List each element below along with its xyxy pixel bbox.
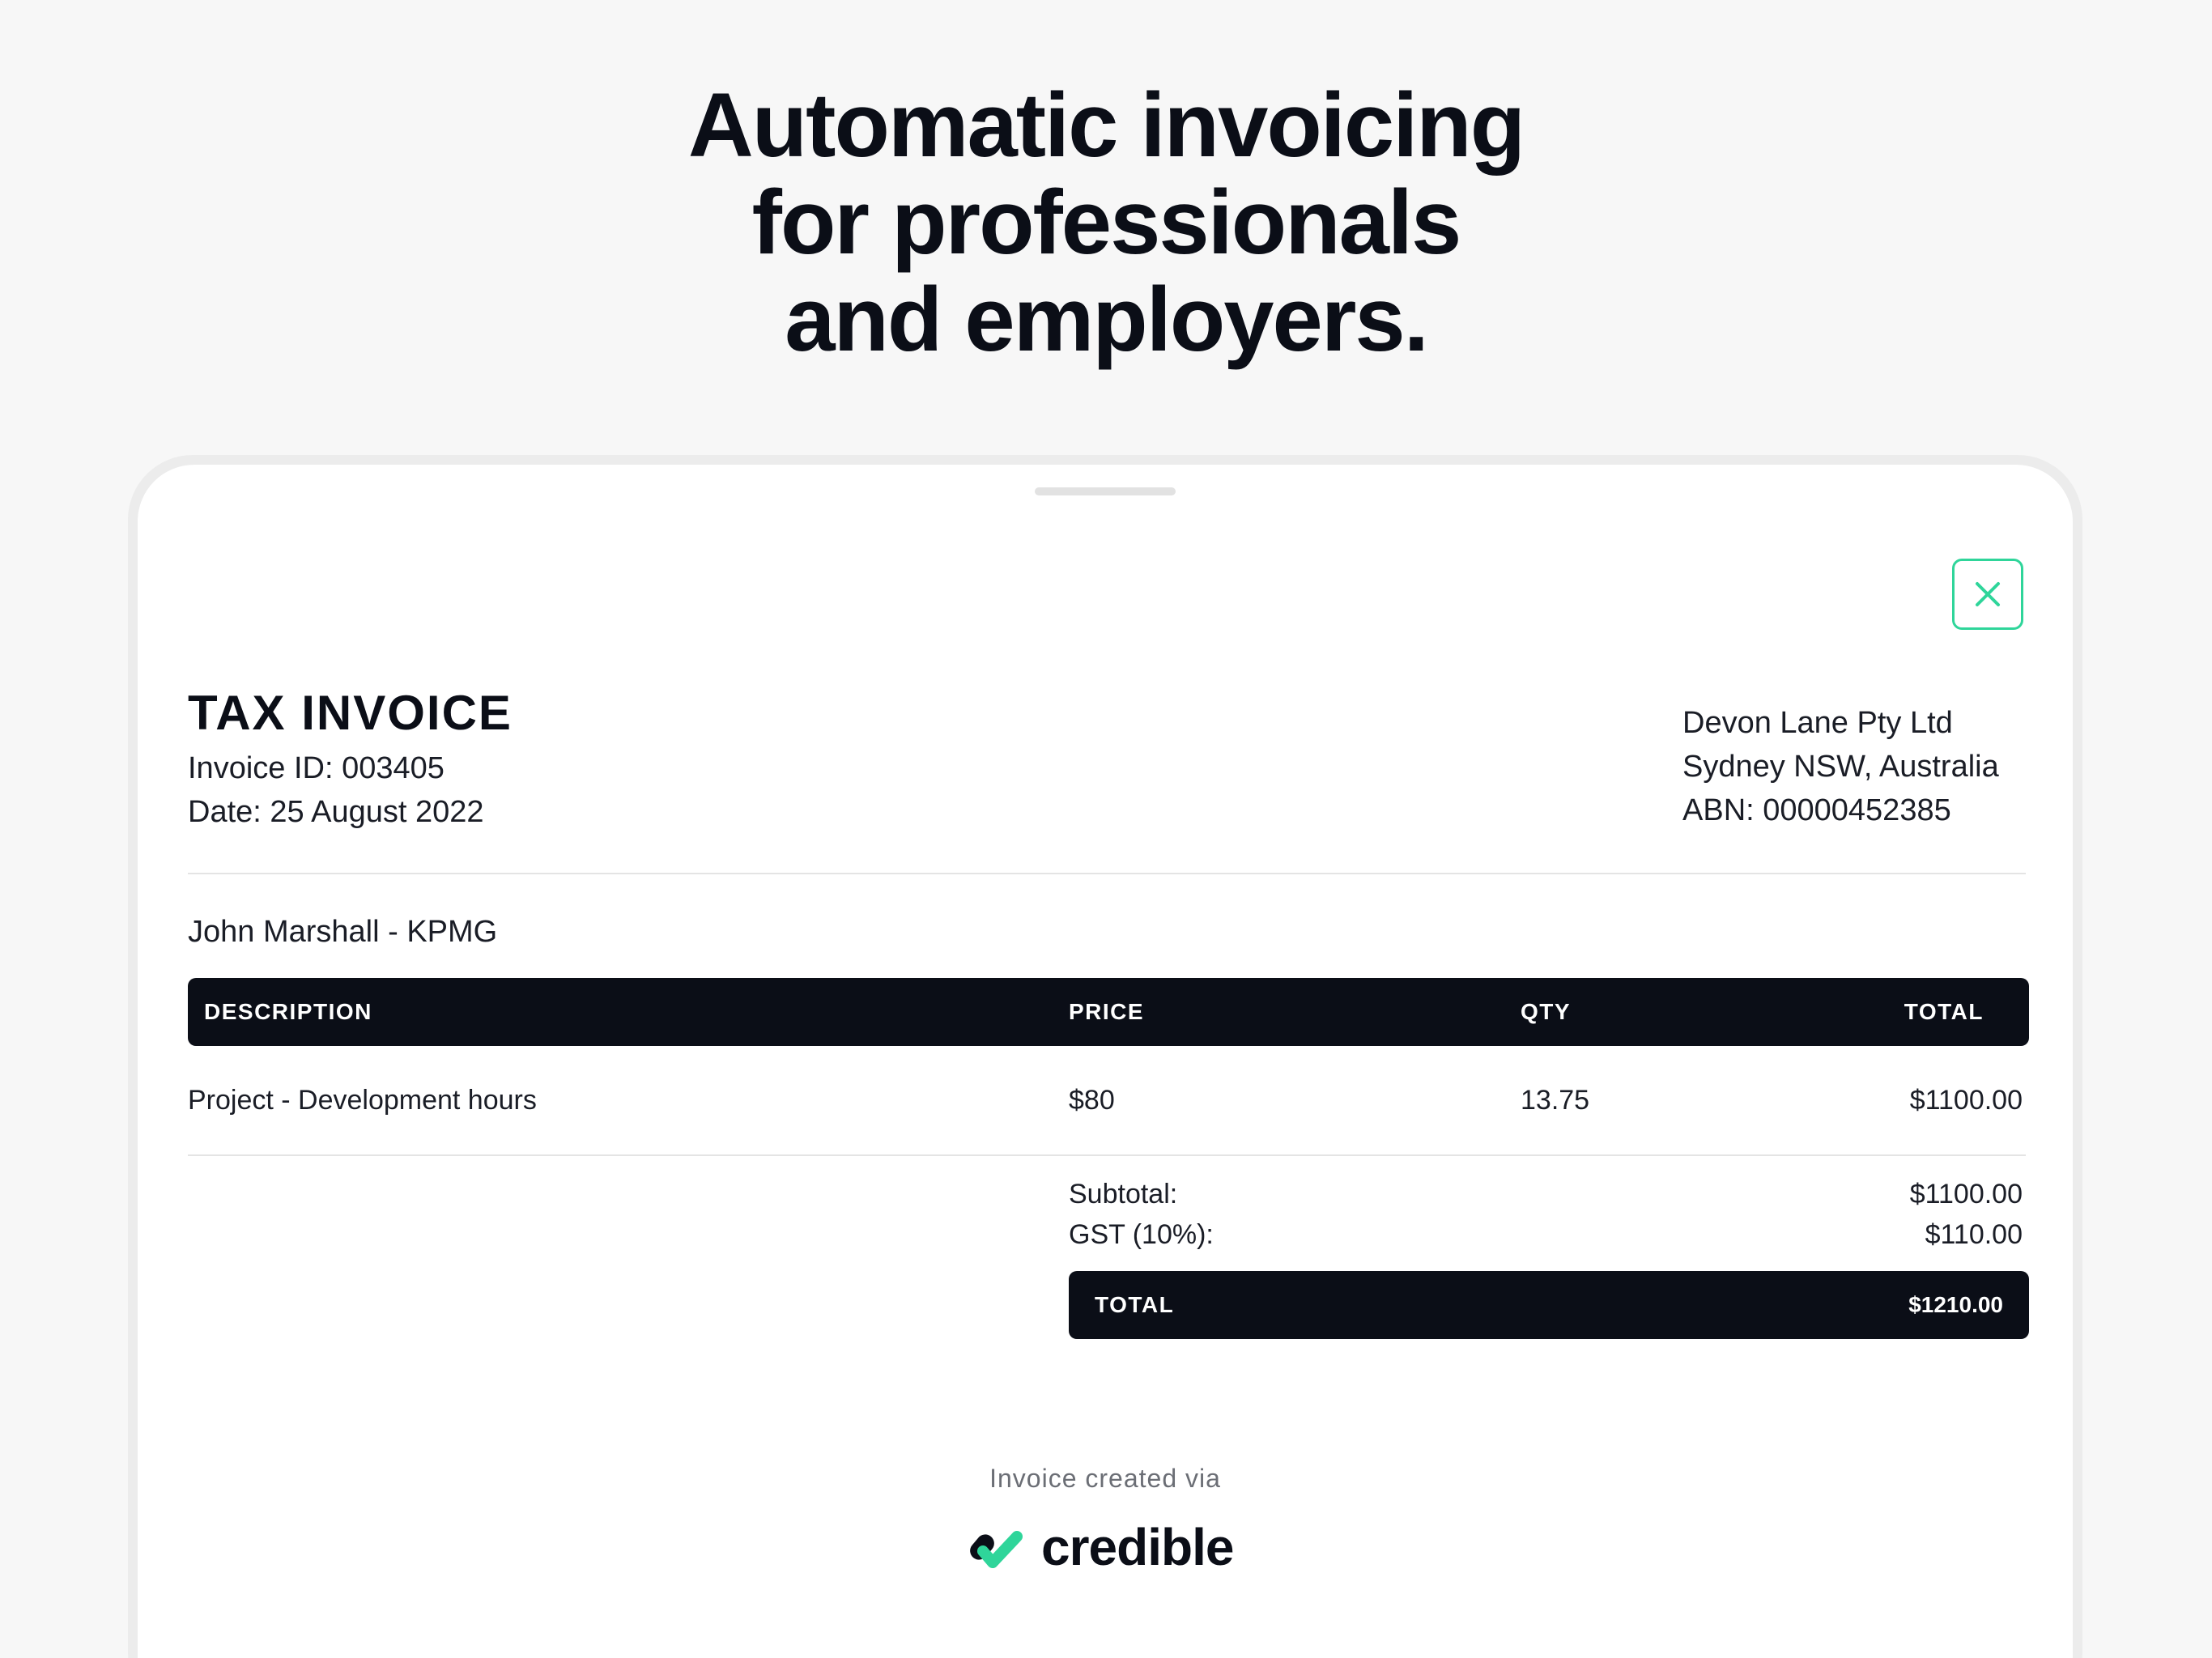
invoice-date: Date: 25 August 2022 bbox=[188, 795, 484, 829]
row-total: $1100.00 bbox=[1909, 1085, 2023, 1116]
invoice-sheet: TAX INVOICE Invoice ID: 003405 Date: 25 … bbox=[138, 465, 2073, 1658]
client-name: John Marshall - KPMG bbox=[188, 915, 498, 949]
gst-value: $110.00 bbox=[1925, 1219, 2023, 1250]
invoice-id: Invoice ID: 003405 bbox=[188, 751, 445, 785]
rows-divider bbox=[188, 1154, 2026, 1156]
page: Automatic invoicing for professionals an… bbox=[0, 0, 2212, 1658]
brand-logo: credible bbox=[963, 1511, 1234, 1584]
column-header-price: PRICE bbox=[1069, 999, 1145, 1024]
table-header: DESCRIPTION PRICE QTY TOTAL bbox=[188, 978, 2029, 1046]
row-qty: 13.75 bbox=[1521, 1085, 1590, 1116]
close-icon bbox=[1976, 582, 2000, 606]
hero-headline: Automatic invoicing for professionals an… bbox=[0, 77, 2212, 368]
footer-note: Invoice created via bbox=[989, 1464, 1221, 1493]
company-name: Devon Lane Pty Ltd bbox=[1682, 706, 1953, 740]
total-bar: TOTAL $1210.00 bbox=[1069, 1271, 2029, 1339]
column-header-description: DESCRIPTION bbox=[204, 999, 372, 1024]
total-value: $1210.00 bbox=[1908, 1292, 2003, 1317]
total-label: TOTAL bbox=[1095, 1292, 1175, 1317]
invoice-title: TAX INVOICE bbox=[188, 686, 513, 740]
headline-line-2: for professionals bbox=[751, 172, 1462, 273]
company-abn: ABN: 00000452385 bbox=[1682, 793, 1951, 827]
credible-logo-icon bbox=[970, 1531, 1023, 1568]
subtotal-label: Subtotal: bbox=[1069, 1179, 1178, 1209]
row-price: $80 bbox=[1069, 1085, 1115, 1116]
column-header-qty: QTY bbox=[1521, 999, 1572, 1024]
company-location: Sydney NSW, Australia bbox=[1682, 750, 1999, 784]
gst-label: GST (10%): bbox=[1069, 1219, 1214, 1250]
close-button[interactable] bbox=[1952, 559, 2023, 630]
column-header-total: TOTAL bbox=[1904, 999, 1984, 1024]
brand-name: credible bbox=[1041, 1518, 1234, 1576]
headline-line-1: Automatic invoicing bbox=[687, 74, 1525, 176]
header-divider bbox=[188, 873, 2026, 874]
headline-line-3: and employers. bbox=[785, 269, 1429, 370]
row-description: Project - Development hours bbox=[188, 1085, 537, 1116]
subtotal-value: $1100.00 bbox=[1909, 1179, 2023, 1209]
sheet-grabber[interactable] bbox=[1035, 487, 1176, 495]
